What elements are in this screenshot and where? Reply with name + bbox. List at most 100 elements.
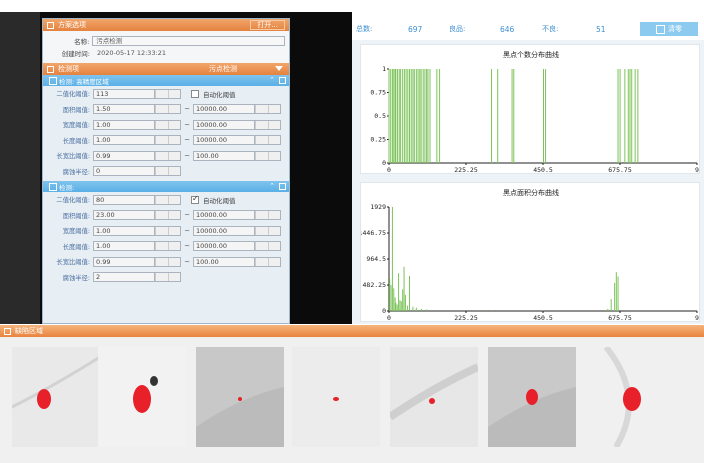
param-row: 宽度阈值: 1.00 ~10000.00 (43, 117, 289, 133)
param-value[interactable]: 100.00 (193, 256, 255, 267)
spin-buttons[interactable] (255, 135, 281, 146)
param-spinbox[interactable]: 10000.00 (193, 241, 281, 252)
spin-buttons[interactable] (255, 119, 281, 130)
spin-buttons[interactable] (255, 256, 281, 267)
spin-buttons[interactable] (155, 256, 181, 267)
param-value[interactable]: 10000.00 (193, 225, 255, 236)
close-icon[interactable] (279, 77, 286, 84)
param-value[interactable]: 113 (93, 88, 155, 99)
defect-thumbnail[interactable] (292, 347, 380, 447)
param-row: 宽度阈值: 1.00 ~10000.00 (43, 223, 289, 239)
param-spinbox[interactable]: 2 (93, 272, 181, 283)
spin-buttons[interactable] (255, 210, 281, 221)
param-row: 二值化阈值:80 自动化阈值 (43, 192, 289, 208)
defect-thumbnail[interactable] (488, 347, 576, 447)
param-value[interactable]: 10000.00 (193, 104, 255, 115)
param-value[interactable]: 1.00 (93, 225, 155, 236)
spin-buttons[interactable] (155, 272, 181, 283)
detect-type-label: 污点检测 (209, 65, 237, 73)
param-spinbox[interactable]: 1.00 (93, 119, 181, 130)
defect-thumbnail[interactable] (12, 347, 100, 447)
param-label: 长度阈值: (62, 243, 90, 251)
param-value[interactable]: 10000.00 (193, 119, 255, 130)
param-value[interactable]: 1.00 (93, 135, 155, 146)
spin-buttons[interactable] (255, 241, 281, 252)
param-spinbox[interactable]: 10000.00 (193, 210, 281, 221)
param-value[interactable]: 100.00 (193, 150, 255, 161)
param-row: 长宽比阈值: 0.99 ~100.00 (43, 254, 289, 270)
spin-buttons[interactable] (155, 104, 181, 115)
defect-thumbnail[interactable] (586, 347, 674, 447)
param-spinbox[interactable]: 10000.00 (193, 119, 281, 130)
detect-item-2-header[interactable]: 检测: ⌃ (43, 181, 289, 192)
param-value[interactable]: 10000.00 (193, 210, 255, 221)
param-label: 长宽比阈值: (56, 153, 90, 161)
spin-buttons[interactable] (155, 135, 181, 146)
param-spinbox[interactable]: 0.99 (93, 256, 181, 267)
name-input[interactable]: 污点检测 (92, 36, 285, 46)
param-spinbox[interactable]: 1.50 (93, 104, 181, 115)
y-tick-label: 0 (382, 159, 386, 167)
param-value[interactable]: 80 (93, 194, 155, 205)
spin-buttons[interactable] (255, 104, 281, 115)
param-spinbox[interactable]: 1.00 (93, 225, 181, 236)
detect-item-1-header[interactable]: 检测: 高精度区域 ⌃ (43, 75, 289, 86)
param-value[interactable]: 0.99 (93, 256, 155, 267)
good-label: 良品: (449, 25, 466, 33)
spin-buttons[interactable] (155, 166, 181, 177)
chevron-down-icon[interactable] (275, 66, 283, 71)
auto-threshold-checkbox[interactable] (191, 194, 199, 204)
defect-image (12, 355, 100, 409)
defect-thumbnail[interactable] (390, 347, 478, 447)
spin-buttons[interactable] (155, 194, 181, 205)
param-spinbox[interactable]: 10000.00 (193, 135, 281, 146)
x-tick-label: 0 (387, 166, 391, 174)
param-spinbox[interactable]: 1.00 (93, 135, 181, 146)
detect-header[interactable]: 检测项 污点检测 (43, 63, 289, 75)
spin-buttons[interactable] (155, 150, 181, 161)
spin-buttons[interactable] (155, 210, 181, 221)
param-spinbox[interactable]: 10000.00 (193, 104, 281, 115)
spin-buttons[interactable] (155, 88, 181, 99)
param-value[interactable]: 1.00 (93, 119, 155, 130)
param-spinbox[interactable]: 1.00 (93, 241, 181, 252)
param-value[interactable]: 10000.00 (193, 135, 255, 146)
auto-threshold-checkbox[interactable] (191, 89, 199, 98)
param-spinbox[interactable]: 0 (93, 166, 181, 177)
app-window: 方案选项 打开... 名称: 污点检测 创建时间: 2020-05-17 12:… (0, 0, 704, 463)
collapse-icon[interactable]: ⌃ (269, 182, 275, 190)
param-value[interactable]: 0.99 (93, 150, 155, 161)
param-spinbox[interactable]: 0.99 (93, 150, 181, 161)
param-value[interactable]: 1.50 (93, 104, 155, 115)
range-separator: ~ (184, 226, 190, 235)
x-tick-label: 225.25 (454, 166, 478, 174)
param-row: 长度阈值: 1.00 ~10000.00 (43, 239, 289, 255)
count-chart-svg: 黑点个数分布曲线 0 0.25 0.5 0.75 1 0 225.25 450.5 675.75 9 (370, 50, 699, 174)
param-spinbox[interactable]: 80 (93, 194, 181, 205)
open-button[interactable]: 打开... (250, 20, 285, 30)
param-value[interactable]: 10000.00 (193, 241, 255, 252)
param-spinbox[interactable]: 23.00 (93, 210, 181, 221)
clear-icon (656, 24, 665, 34)
param-spinbox[interactable]: 100.00 (193, 256, 281, 267)
param-spinbox[interactable]: 10000.00 (193, 225, 281, 236)
param-spinbox[interactable]: 113 (93, 88, 181, 99)
spin-buttons[interactable] (255, 225, 281, 236)
param-value[interactable]: 23.00 (93, 210, 155, 221)
param-value[interactable]: 1.00 (93, 241, 155, 252)
collapse-icon[interactable]: ⌃ (269, 76, 275, 84)
spin-buttons[interactable] (155, 119, 181, 130)
close-icon[interactable] (279, 183, 286, 190)
defect-thumbnail[interactable] (98, 347, 186, 447)
clear-button[interactable]: 清零 (640, 22, 698, 36)
spin-buttons[interactable] (255, 150, 281, 161)
spin-buttons[interactable] (155, 241, 181, 252)
defect-title: 缺陷区域 (15, 327, 43, 335)
param-spinbox[interactable]: 100.00 (193, 150, 281, 161)
detect-item-2-params: 二值化阈值:80自动化阈值面积阈值:23.00~10000.00宽度阈值:1.0… (43, 192, 289, 285)
defect-thumbnail[interactable] (196, 347, 284, 447)
spin-buttons[interactable] (155, 225, 181, 236)
param-value[interactable]: 0 (93, 166, 155, 177)
param-value[interactable]: 2 (93, 272, 155, 283)
auto-threshold-label: 自动化阈值 (203, 196, 236, 205)
